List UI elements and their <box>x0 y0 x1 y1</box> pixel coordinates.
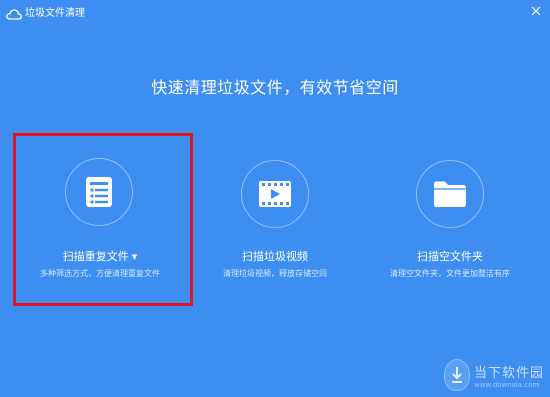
folder-icon <box>434 181 466 207</box>
scan-empty-folders-description: 清理空文件夹，文件更加整洁有序 <box>390 269 510 278</box>
watermark-url: www.downxia.com <box>473 380 540 389</box>
watermark-text: 当下软件园 <box>473 365 544 381</box>
scan-empty-folders-button[interactable] <box>416 160 484 228</box>
watermark-logo-icon <box>443 359 470 391</box>
document-list-icon <box>86 177 112 207</box>
scan-junk-videos-card[interactable]: 扫描垃圾视频 清理垃圾视频，释放存储空间 <box>190 150 360 300</box>
title-bar: 垃圾文件清理 <box>0 0 550 22</box>
watermark: 当下软件园 www.downxia.com <box>443 359 544 391</box>
scan-junk-videos-description: 清理垃圾视频，释放存储空间 <box>223 269 327 278</box>
watermark-text-group: 当下软件园 www.downxia.com <box>474 362 544 389</box>
close-button[interactable] <box>528 3 544 19</box>
cloud-icon <box>6 5 22 20</box>
scan-duplicate-files-card[interactable]: 扫描重复文件 ▼ 多种筛选方式，方便清理重复文件 <box>7 138 193 306</box>
scan-junk-videos-button[interactable] <box>241 160 309 228</box>
page-headline: 快速清理垃圾文件，有效节省空间 <box>151 78 399 97</box>
scan-duplicate-files-label[interactable]: 扫描重复文件 ▼ <box>7 248 193 264</box>
close-icon <box>531 6 541 16</box>
dropdown-caret-icon[interactable]: ▼ <box>132 253 137 261</box>
scan-junk-videos-label[interactable]: 扫描垃圾视频 <box>190 248 360 264</box>
scan-duplicate-files-button[interactable] <box>65 158 133 226</box>
window-title: 垃圾文件清理 <box>25 8 85 19</box>
scan-duplicate-files-text: 扫描重复文件 <box>62 250 129 263</box>
scan-empty-folders-label[interactable]: 扫描空文件夹 <box>365 248 535 264</box>
film-play-icon <box>259 181 291 207</box>
scan-duplicate-files-description: 多种筛选方式，方便清理重复文件 <box>40 269 160 278</box>
scan-empty-folders-card[interactable]: 扫描空文件夹 清理空文件夹，文件更加整洁有序 <box>365 150 535 300</box>
